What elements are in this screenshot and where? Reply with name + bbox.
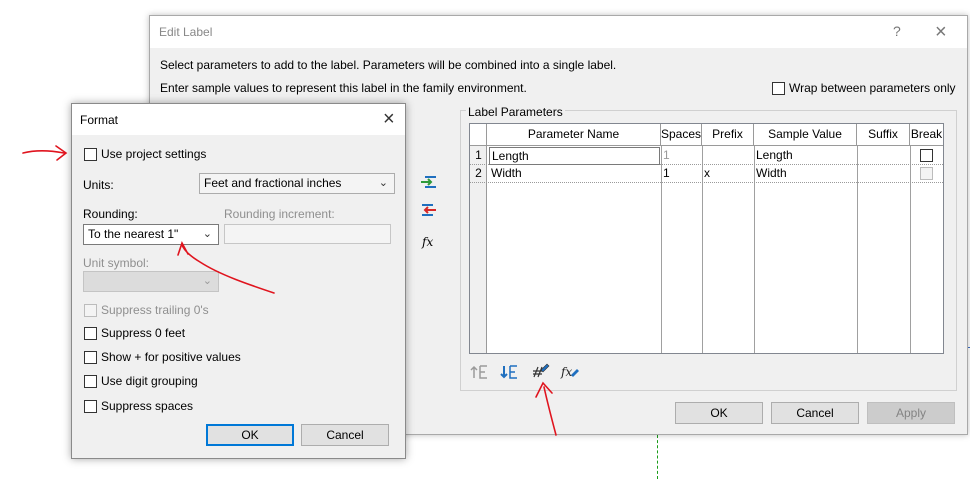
- cancel-button[interactable]: Cancel: [771, 402, 859, 424]
- move-down-icon[interactable]: [500, 364, 520, 380]
- rounding-increment-label: Rounding increment:: [224, 207, 335, 221]
- units-value: Feet and fractional inches: [204, 176, 342, 190]
- help-button[interactable]: ?: [893, 23, 901, 39]
- chevron-down-icon: ⌄: [202, 228, 212, 240]
- fx-icon[interactable]: fx: [422, 235, 433, 249]
- add-parameter-icon[interactable]: [420, 174, 438, 190]
- column-header[interactable]: Spaces: [661, 124, 702, 145]
- sample-value-cell[interactable]: Width: [754, 165, 857, 183]
- digit-grouping-checkbox[interactable]: Use digit grouping: [84, 374, 198, 388]
- checkbox-label: Wrap between parameters only: [789, 81, 956, 95]
- checkbox-label: Use project settings: [101, 147, 207, 161]
- column-header[interactable]: Parameter Name: [487, 124, 661, 145]
- unit-symbol-select[interactable]: ⌄: [83, 271, 219, 292]
- show-plus-checkbox[interactable]: Show + for positive values: [84, 350, 241, 364]
- break-checkbox[interactable]: [920, 167, 933, 180]
- svg-text:fx: fx: [560, 365, 572, 379]
- remove-parameter-icon[interactable]: [420, 202, 438, 218]
- chevron-down-icon: ⌄: [202, 275, 212, 287]
- parameter-name-cell[interactable]: Length: [489, 147, 660, 165]
- move-up-icon[interactable]: [470, 364, 490, 380]
- cancel-button[interactable]: Cancel: [301, 424, 389, 446]
- edit-parameter-format-icon[interactable]: [531, 362, 551, 380]
- checkbox-label: Suppress trailing 0's: [101, 303, 209, 317]
- rounding-increment-input[interactable]: [224, 224, 391, 244]
- checkbox-box[interactable]: [84, 350, 97, 364]
- checkbox-label: Show + for positive values: [101, 350, 241, 364]
- column-header[interactable]: Break: [910, 124, 943, 145]
- group-title: Label Parameters: [466, 105, 565, 119]
- annotation-arrow: [22, 145, 68, 161]
- column-header[interactable]: Suffix: [857, 124, 910, 145]
- checkbox-box[interactable]: [84, 374, 97, 388]
- spaces-cell[interactable]: 1: [661, 165, 702, 183]
- sample-value-cell[interactable]: Length: [754, 147, 857, 165]
- break-checkbox[interactable]: [920, 149, 933, 162]
- checkbox-box[interactable]: [772, 81, 785, 95]
- parameters-table: Parameter Name Spaces Prefix Sample Valu…: [469, 123, 944, 354]
- rounding-label: Rounding:: [83, 207, 138, 221]
- use-project-settings-checkbox[interactable]: Use project settings: [84, 147, 206, 161]
- header-rownum: [470, 124, 487, 145]
- column-header[interactable]: Sample Value: [754, 124, 857, 145]
- parameter-name-cell[interactable]: Width: [489, 165, 660, 183]
- column-header[interactable]: Prefix: [702, 124, 754, 145]
- apply-button[interactable]: Apply: [867, 402, 955, 424]
- wrap-between-parameters-checkbox[interactable]: Wrap between parameters only: [772, 81, 956, 95]
- ok-button[interactable]: OK: [206, 424, 294, 446]
- chevron-down-icon: ⌄: [378, 177, 388, 189]
- suffix-cell[interactable]: [857, 147, 910, 165]
- suffix-cell[interactable]: [857, 165, 910, 183]
- suppress-0-feet-checkbox[interactable]: Suppress 0 feet: [84, 326, 185, 340]
- checkbox-box[interactable]: [84, 326, 97, 340]
- close-button[interactable]: ×: [383, 109, 395, 129]
- rounding-value: To the nearest 1": [88, 227, 179, 241]
- checkbox-box[interactable]: [84, 303, 97, 317]
- table-row[interactable]: 2 Width 1 x Width: [470, 165, 943, 183]
- table-row[interactable]: 1 Length 1 Length: [470, 147, 943, 165]
- checkbox-label: Suppress 0 feet: [101, 326, 186, 340]
- checkbox-label: Use digit grouping: [101, 374, 198, 388]
- prefix-cell[interactable]: x: [702, 165, 754, 183]
- edit-label-titlebar: [150, 16, 967, 48]
- instruction-text: Select parameters to add to the label. P…: [160, 58, 617, 72]
- ok-button[interactable]: OK: [675, 402, 763, 424]
- spaces-cell[interactable]: 1: [661, 147, 702, 165]
- checkbox-label: Suppress spaces: [101, 399, 194, 413]
- table-header: Parameter Name Spaces Prefix Sample Valu…: [470, 124, 943, 146]
- checkbox-box[interactable]: [84, 399, 97, 413]
- rounding-select[interactable]: To the nearest 1" ⌄: [83, 224, 219, 245]
- checkbox-box[interactable]: [84, 147, 97, 161]
- dialog-title: Edit Label: [159, 25, 213, 39]
- dashed-guide-line: [657, 435, 658, 479]
- row-number: 1: [475, 148, 482, 162]
- close-button[interactable]: ×: [935, 22, 947, 42]
- fx-parameter-icon[interactable]: fx: [560, 363, 580, 381]
- unit-symbol-label: Unit symbol:: [83, 256, 150, 270]
- instruction-text: Enter sample values to represent this la…: [160, 81, 527, 95]
- format-titlebar: [72, 104, 405, 135]
- suppress-trailing-zeros-checkbox[interactable]: Suppress trailing 0's: [84, 303, 209, 317]
- format-dialog: Format × Use project settings Units: Fee…: [71, 103, 406, 459]
- suppress-spaces-checkbox[interactable]: Suppress spaces: [84, 399, 193, 413]
- units-label: Units:: [83, 178, 114, 192]
- units-select[interactable]: Feet and fractional inches ⌄: [199, 173, 395, 194]
- row-number: 2: [475, 166, 482, 180]
- prefix-cell[interactable]: [702, 147, 754, 165]
- dialog-title: Format: [80, 113, 119, 127]
